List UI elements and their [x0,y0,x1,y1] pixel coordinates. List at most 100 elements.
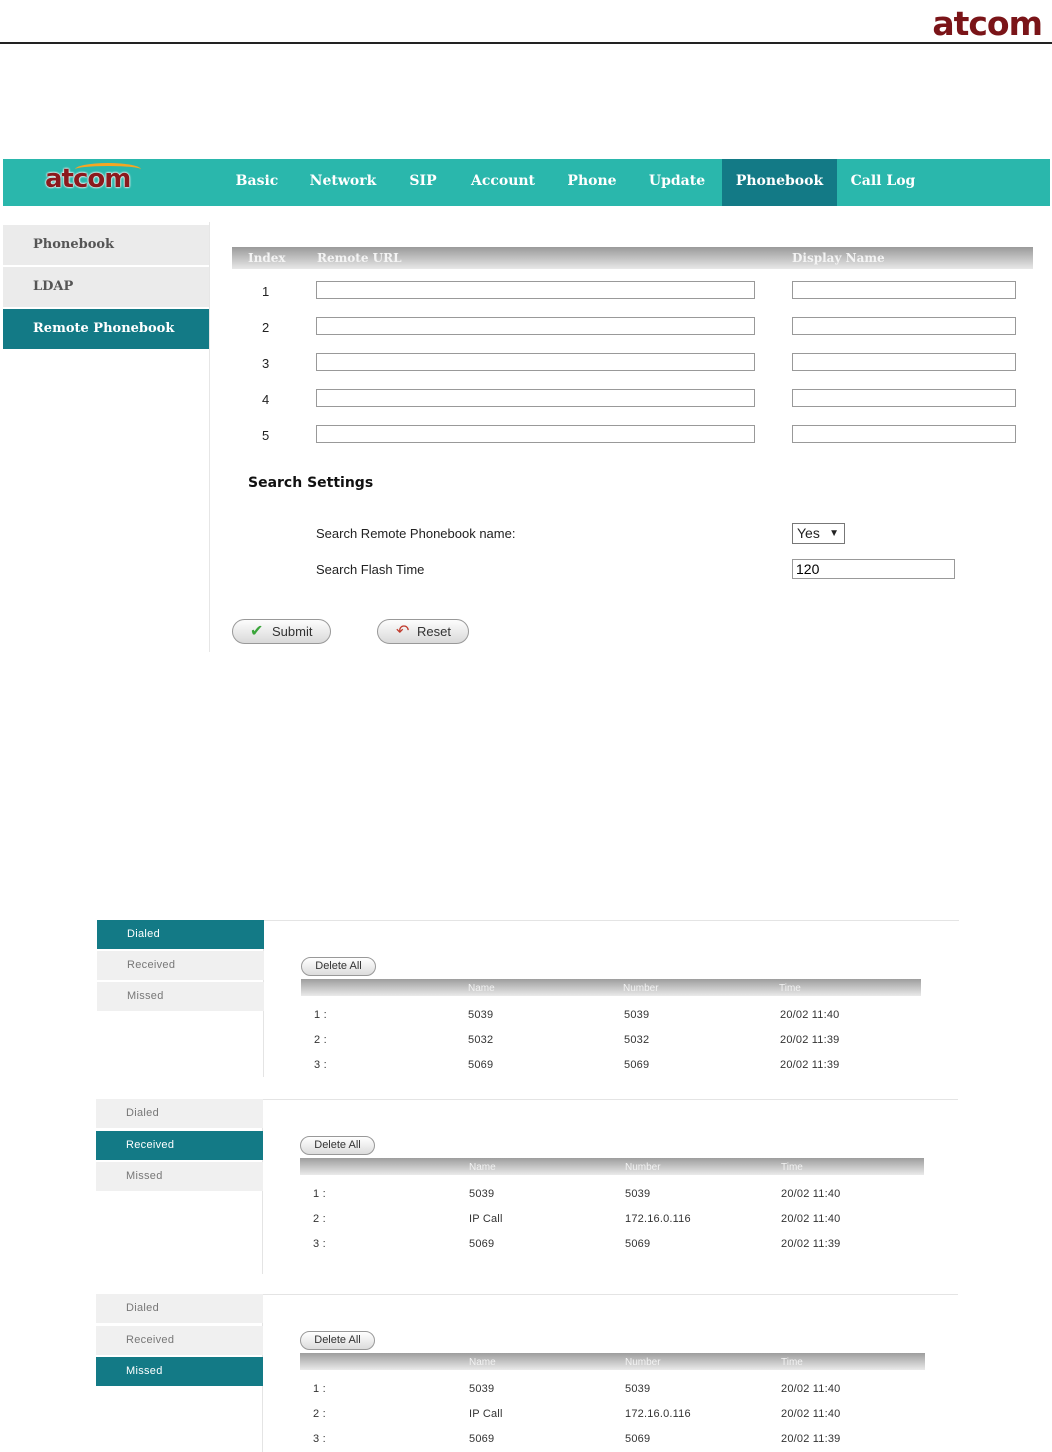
row-number: 172.16.0.116 [625,1213,691,1225]
row-time: 20/02 11:39 [781,1238,841,1250]
header-index: Index [248,251,286,265]
call-log-header: Name Number Time [301,979,921,996]
panel-top-border [262,1294,958,1295]
row-index: 4 [262,392,270,407]
remote-url-input[interactable] [316,317,755,335]
header-number: Number [623,983,659,994]
row-number: 5069 [625,1238,651,1250]
display-name-input[interactable] [792,353,1016,371]
row-index: 1 : [313,1188,326,1200]
header-name: Name [469,1162,496,1173]
header-number: Number [625,1162,661,1173]
row-number: 5039 [625,1383,651,1395]
row-time: 20/02 11:39 [781,1433,841,1445]
nav-tab-update[interactable]: Update [639,159,715,206]
search-name-value: Yes [797,525,820,541]
display-name-input[interactable] [792,281,1016,299]
row-index: 3 : [313,1433,326,1445]
search-flash-label: Search Flash Time [316,562,425,577]
sidebar-item-ldap[interactable]: LDAP [3,267,209,307]
row-index: 2 : [313,1408,326,1420]
row-index: 3 : [313,1238,326,1250]
nav-tab-call-log[interactable]: Call Log [848,159,918,206]
row-index: 3 [262,356,270,371]
row-index: 1 : [313,1383,326,1395]
search-name-select[interactable]: Yes ▼ [792,523,845,544]
nav-tab-account[interactable]: Account [462,159,544,206]
row-name: 5032 [468,1034,494,1046]
submit-label: Submit [272,624,313,639]
row-index: 5 [262,428,270,443]
tab-missed[interactable]: Missed [97,982,264,1011]
header-name: Name [468,983,495,994]
row-name: 5039 [469,1188,495,1200]
tab-received[interactable]: Received [96,1131,263,1160]
nav-tab-phone[interactable]: Phone [559,159,625,206]
brand-logo: atcom [45,164,131,194]
header-time: Time [779,983,801,994]
row-name: IP Call [469,1213,503,1225]
panel-top-border [263,920,959,921]
sidebar-item-phonebook[interactable]: Phonebook [3,225,209,265]
remote-phonebook-panel: atcom Basic Network SIP Account Phone Up… [3,159,1050,654]
reset-button[interactable]: ↶ Reset [377,619,469,644]
call-log-missed-panel: Dialed Received Missed Delete All Name N… [94,1294,958,1452]
display-name-input[interactable] [792,425,1016,443]
row-number: 172.16.0.116 [625,1408,691,1420]
nav-tab-network[interactable]: Network [303,159,383,206]
row-name: IP Call [469,1408,503,1420]
tab-missed[interactable]: Missed [96,1357,263,1386]
sidebar-item-remote-phonebook[interactable]: Remote Phonebook [3,309,209,349]
row-number: 5039 [624,1009,650,1021]
search-settings-title: Search Settings [248,475,374,491]
nav-tab-phonebook[interactable]: Phonebook [722,159,837,206]
header-time: Time [781,1357,803,1368]
row-time: 20/02 11:40 [781,1408,841,1420]
row-name: 5069 [468,1059,494,1071]
row-number: 5032 [624,1034,650,1046]
display-name-input[interactable] [792,317,1016,335]
row-name: 5069 [469,1238,495,1250]
row-name: 5039 [469,1383,495,1395]
header-display-name: Display Name [792,251,885,265]
remote-url-input[interactable] [316,281,755,299]
nav-tab-sip[interactable]: SIP [399,159,447,206]
row-number: 5039 [625,1188,651,1200]
display-name-input[interactable] [792,389,1016,407]
row-time: 20/02 11:40 [781,1213,841,1225]
tab-dialed[interactable]: Dialed [96,1294,263,1323]
tab-received[interactable]: Received [97,951,264,980]
call-log-header: Name Number Time [300,1353,925,1370]
call-log-dialed-panel: Dialed Received Missed Delete All Name N… [95,920,959,1077]
row-index: 2 : [313,1213,326,1225]
tab-dialed[interactable]: Dialed [97,920,264,949]
delete-all-button[interactable]: Delete All [301,957,376,976]
row-name: 5039 [468,1009,494,1021]
remote-url-input[interactable] [316,425,755,443]
reset-label: Reset [417,624,451,639]
header-remote-url: Remote URL [317,251,402,265]
tab-received[interactable]: Received [96,1326,263,1355]
header-number: Number [625,1357,661,1368]
delete-all-button[interactable]: Delete All [300,1331,375,1350]
delete-all-button[interactable]: Delete All [300,1136,375,1155]
row-name: 5069 [469,1433,495,1445]
header-name: Name [469,1357,496,1368]
tab-dialed[interactable]: Dialed [96,1099,263,1128]
header-rule [0,42,1052,44]
nav-tab-basic[interactable]: Basic [224,159,290,206]
row-time: 20/02 11:40 [780,1009,840,1021]
tab-missed[interactable]: Missed [96,1162,263,1191]
submit-button[interactable]: ✔ Submit [232,619,331,644]
row-number: 5069 [625,1433,651,1445]
row-index: 2 : [314,1034,327,1046]
search-name-label: Search Remote Phonebook name: [316,526,516,541]
remote-url-input[interactable] [316,389,755,407]
row-time: 20/02 11:40 [781,1188,841,1200]
row-number: 5069 [624,1059,650,1071]
undo-arrow-icon: ↶ [396,623,410,640]
search-flash-time-input[interactable] [792,559,955,579]
remote-url-input[interactable] [316,353,755,371]
document-logo: atcom [932,4,1043,43]
row-index: 3 : [314,1059,327,1071]
